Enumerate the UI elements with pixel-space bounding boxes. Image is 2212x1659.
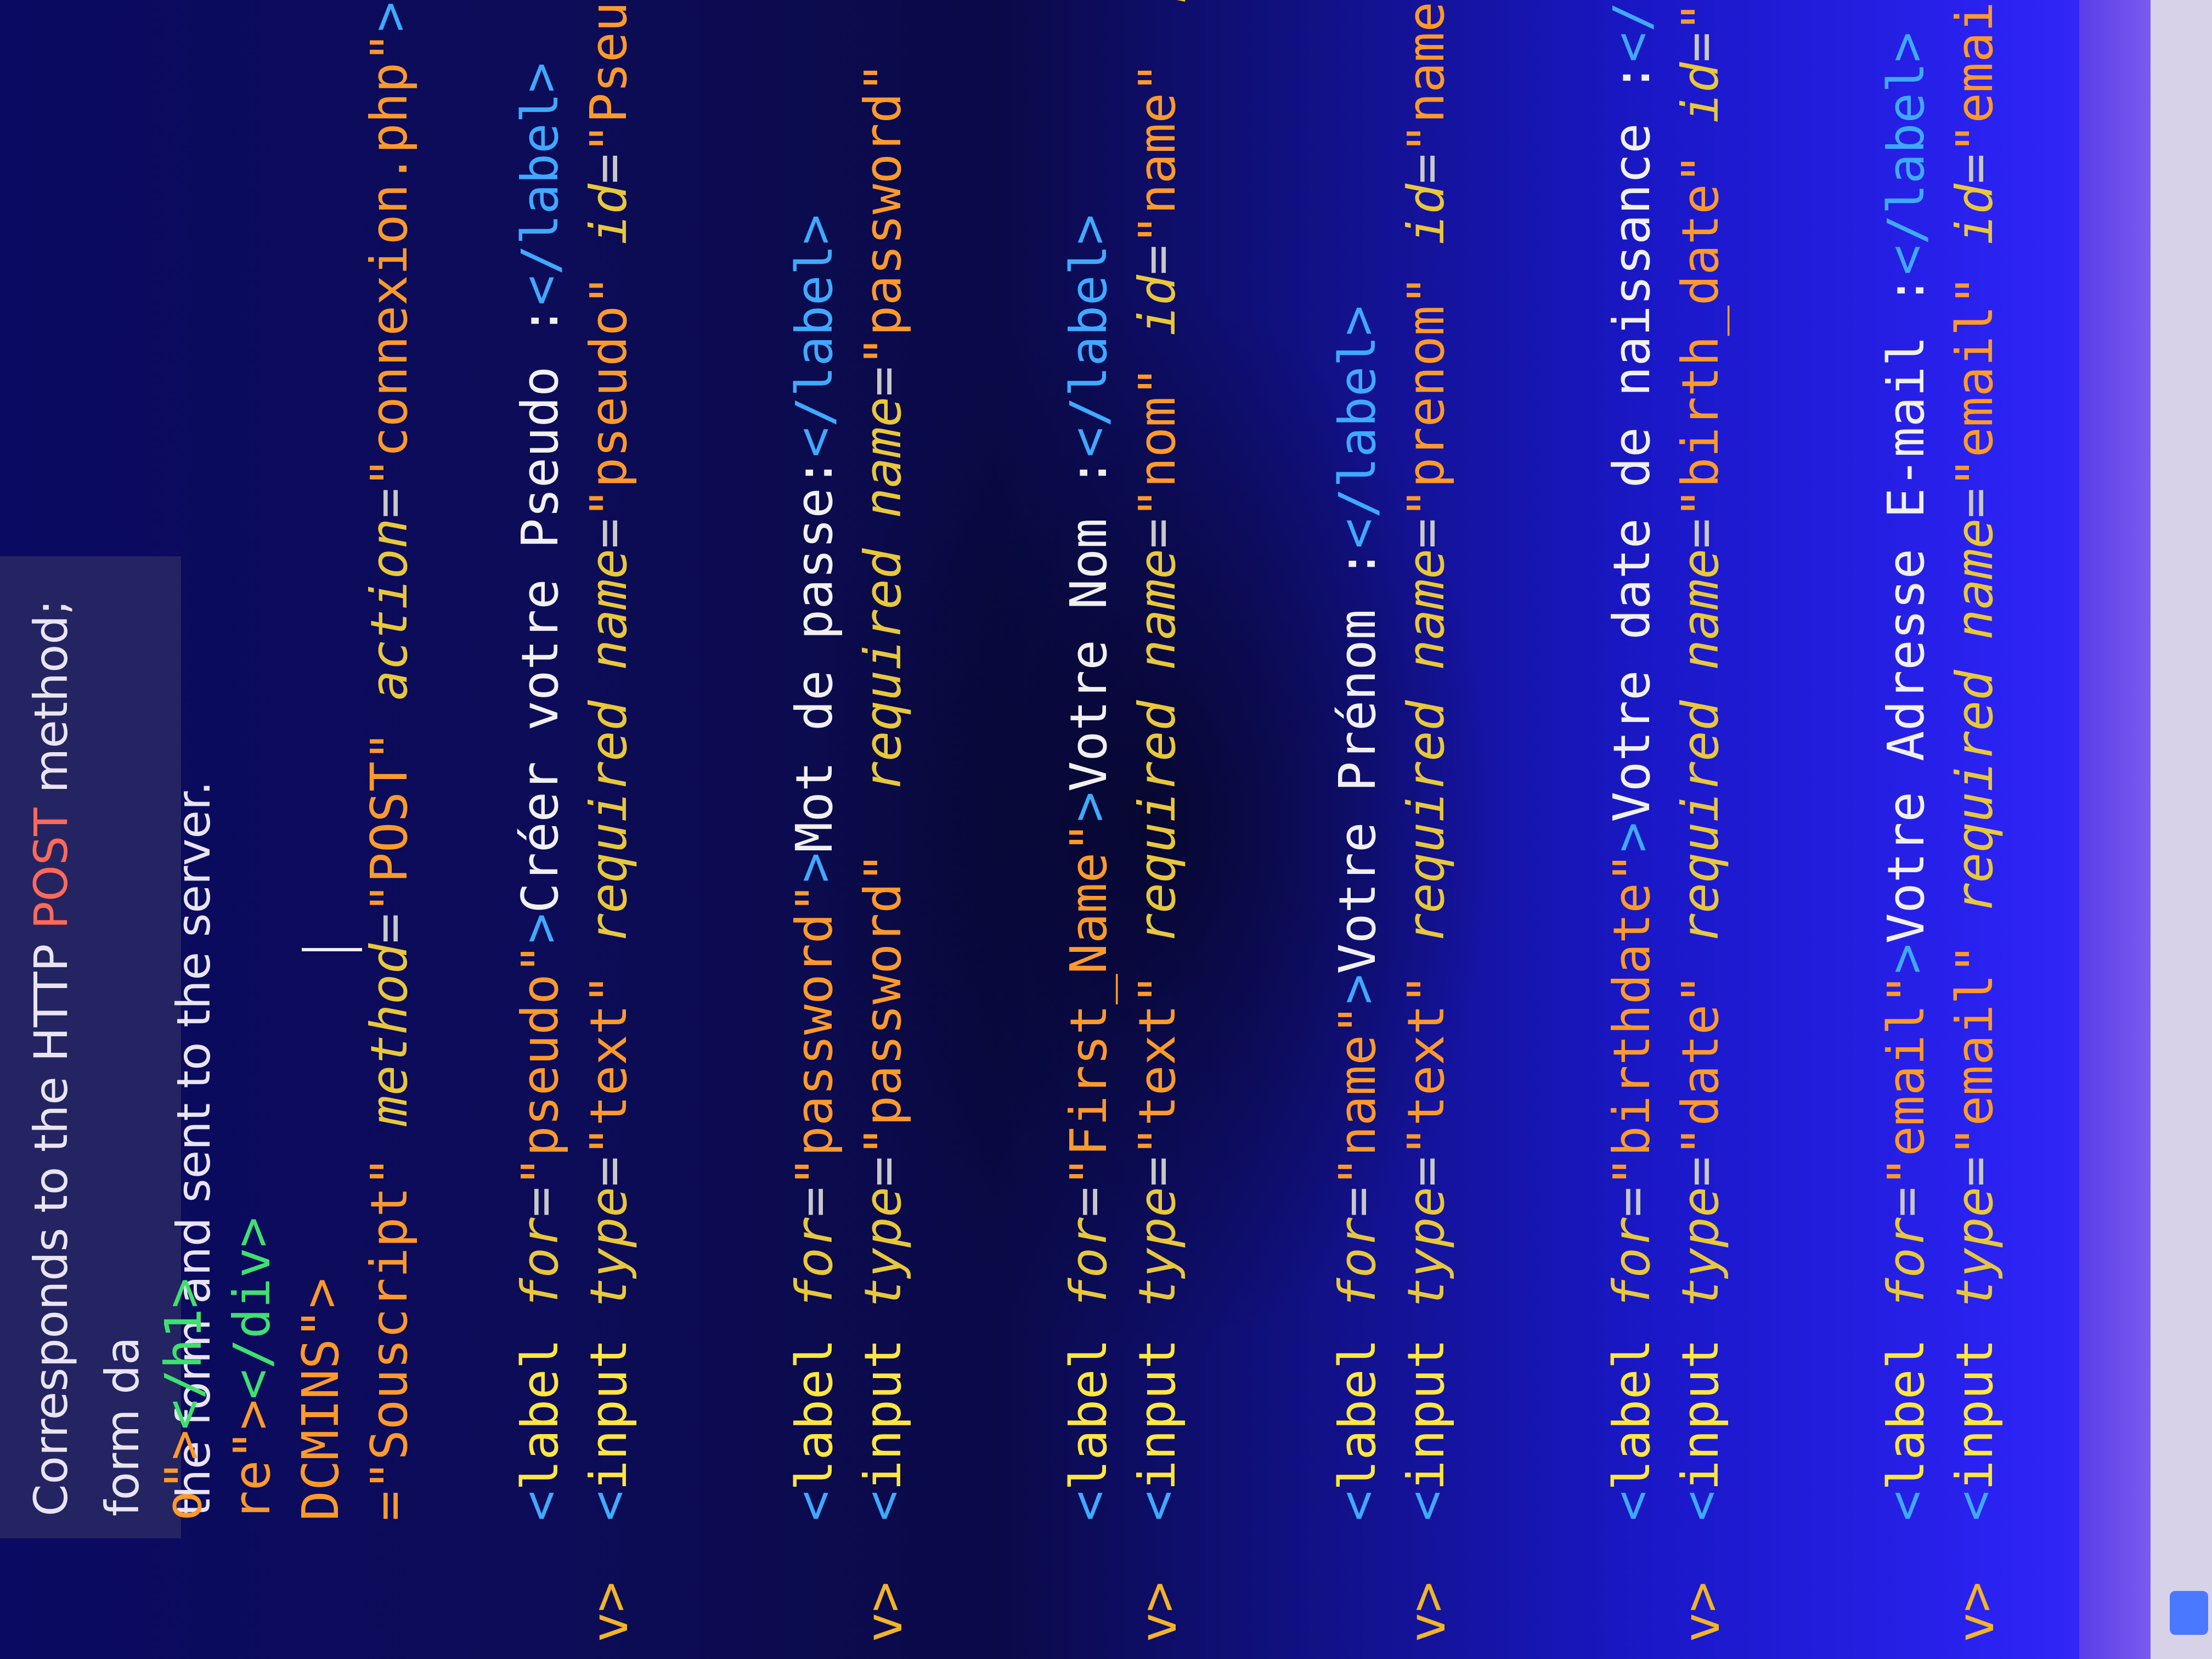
code-line[interactable]: <label for="birthdate">Votre date de nai… — [1531, 0, 1661, 1643]
code-attr: required — [854, 548, 912, 792]
code-attr: name — [1945, 518, 2004, 640]
code-attr: method — [360, 944, 419, 1126]
code-token: ="Souscript" — [360, 1156, 419, 1521]
code-attr: id — [1128, 275, 1187, 336]
code-attr: name — [1397, 548, 1455, 670]
code-line[interactable]: DCMINS"> — [219, 1278, 350, 1643]
code-attr: id — [579, 184, 638, 245]
code-attr: required — [1945, 670, 2004, 913]
code-attr: id — [1397, 184, 1455, 245]
code-line[interactable]: <input type="date" required name="birth_… — [1599, 0, 1730, 1643]
code-line[interactable]: <label for="password">Mot de passe:</lab… — [713, 215, 844, 1643]
code-line[interactable]: <input type="password" required name="pa… — [782, 0, 912, 1643]
code-tag: v> — [1129, 1582, 1188, 1643]
code-string: "Pseudo" — [579, 0, 638, 154]
code-attr: type — [1671, 1187, 1730, 1308]
code-line[interactable]: v> — [1668, 1582, 1735, 1643]
app-icon[interactable] — [2170, 1591, 2208, 1635]
code-line[interactable]: v> — [576, 1582, 644, 1643]
code-string: "Birth date" — [1671, 0, 1730, 32]
code-string: "nom" — [1128, 366, 1187, 518]
text-cursor — [302, 948, 362, 951]
vertical-scrollbar[interactable] — [2079, 0, 2151, 1659]
code-string: "text" — [579, 974, 638, 1156]
code-line[interactable]: <input type="text" required name="prenom… — [1325, 0, 1455, 1643]
code-line[interactable]: v> — [850, 1582, 918, 1643]
code-tag: v> — [580, 1582, 639, 1643]
code-tag: input — [1128, 1339, 1187, 1491]
code-attr: required — [1128, 700, 1187, 944]
code-string: "email" — [1945, 275, 2004, 488]
code-line[interactable]: <label for="name">Votre Prénom :</label> — [1256, 306, 1387, 1643]
code-line[interactable]: ="Souscript" method="POST" action="conne… — [288, 2, 419, 1643]
code-attr: id — [1671, 62, 1730, 123]
code-attr: type — [1945, 1187, 2004, 1308]
code-attr: required — [579, 700, 638, 944]
code-string: "POST" — [360, 731, 419, 913]
code-line[interactable]: <input type="text" required name="nom" i… — [1056, 0, 1187, 1643]
code-editor[interactable]: Corresponds to the HTTP POST method; for… — [0, 0, 2085, 1659]
code-line[interactable]: <label for="First_Name">Votre Nom :</lab… — [988, 215, 1118, 1643]
code-tag: input — [1671, 1339, 1730, 1491]
code-string: "birth_date" — [1671, 153, 1730, 518]
code-line[interactable]: <input type="email" required name="email… — [1874, 0, 2004, 1643]
code-string: "pseudo" — [579, 275, 638, 518]
tooltip-text: Corresponds to the HTTP — [24, 929, 78, 1516]
code-tag: v> — [855, 1582, 913, 1643]
code-line[interactable]: v> — [1393, 1582, 1461, 1643]
code-attr: required — [1397, 700, 1455, 944]
code-line[interactable]: o"></h1> — [82, 1278, 213, 1643]
monitor-bezel — [2151, 0, 2212, 1659]
code-attr: name — [579, 548, 638, 670]
code-string: "connexion.php" — [360, 32, 419, 488]
code-string: "text" — [1397, 974, 1455, 1156]
code-line[interactable]: <input type="text" required name="pseudo… — [507, 0, 638, 1643]
code-attr: action — [360, 518, 419, 701]
code-attr: placeholder — [1128, 0, 1187, 2]
code-line[interactable]: <label for="email">Votre Adresse E-mail … — [1805, 32, 1936, 1643]
code-tag: input — [854, 1339, 912, 1491]
tooltip-keyword: POST — [24, 808, 78, 929]
code-line[interactable]: re"></div> — [151, 1217, 281, 1643]
code-string: "name" — [1128, 62, 1187, 245]
code-attr: type — [854, 1187, 912, 1308]
code-attr: type — [579, 1187, 638, 1308]
code-tag: v> — [1672, 1582, 1731, 1643]
code-string: "password" — [854, 62, 912, 366]
code-attr: id — [854, 0, 912, 2]
code-tag: input — [1945, 1339, 2004, 1491]
code-string: "date" — [1671, 974, 1730, 1156]
code-attr: type — [1128, 1187, 1187, 1308]
code-tag: v> — [1946, 1582, 2005, 1643]
code-attr: required — [1671, 700, 1730, 944]
code-string: "text" — [1128, 974, 1187, 1156]
code-attr: name — [1128, 548, 1187, 670]
code-attr: name — [854, 397, 912, 518]
code-attr: type — [1397, 1187, 1455, 1308]
code-tag: input — [579, 1339, 638, 1491]
code-string: "email" — [1945, 944, 2004, 1156]
code-line[interactable]: <label for="pseudo">Créer votre Pseudo :… — [439, 63, 569, 1643]
code-string: "password" — [854, 852, 912, 1156]
code-string: "name" — [1397, 0, 1455, 154]
code-string: "email" — [1945, 0, 2004, 154]
code-tag: input — [1397, 1339, 1455, 1491]
code-string: "prenom" — [1397, 275, 1455, 518]
code-line[interactable]: v> — [1125, 1582, 1192, 1643]
code-attr: id — [1945, 184, 2004, 245]
code-line[interactable]: v> — [1942, 1582, 2010, 1643]
code-attr: name — [1671, 548, 1730, 670]
code-tag: v> — [1398, 1582, 1457, 1643]
